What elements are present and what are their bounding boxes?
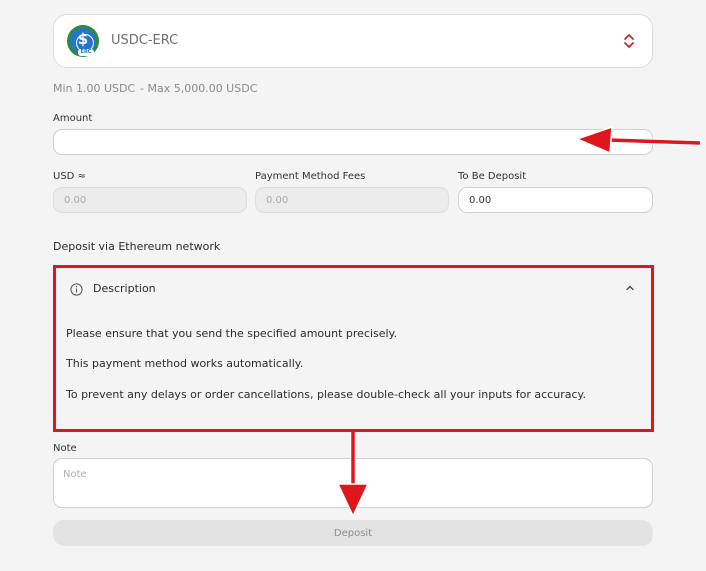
amount-label: Amount (53, 113, 93, 124)
usd-label: USD ≈ (53, 171, 86, 182)
description-title[interactable]: Description (93, 282, 156, 295)
currency-selector[interactable]: $ ERC USDC-ERC (53, 14, 653, 68)
note-label: Note (53, 443, 77, 454)
info-circle-icon (70, 283, 83, 296)
usdc-coin-icon: $ ERC (67, 25, 99, 57)
description-line: Please ensure that you send the specifie… (66, 327, 398, 340)
max-limit: - Max 5,000.00 USDC (140, 82, 258, 95)
description-line: To prevent any delays or order cancellat… (66, 388, 586, 401)
to-deposit-label: To Be Deposit (458, 171, 527, 182)
selected-currency: USDC-ERC (111, 33, 179, 48)
usd-input (53, 187, 247, 213)
amount-input[interactable] (53, 129, 653, 155)
deposit-button[interactable]: Deposit (53, 520, 653, 546)
network-text: Deposit via Ethereum network (53, 240, 221, 253)
coin-network-tag: ERC (78, 49, 94, 56)
chevron-up-icon[interactable] (624, 282, 636, 294)
description-panel: Description Please ensure that you send … (53, 265, 654, 432)
chevron-up-down-icon[interactable] (622, 32, 636, 50)
description-line: This payment method works automatically. (66, 357, 304, 370)
to-deposit-input[interactable] (458, 187, 653, 213)
min-limit: Min 1.00 USDC (53, 82, 136, 95)
fees-input (255, 187, 449, 213)
fees-label: Payment Method Fees (255, 171, 366, 182)
note-input[interactable] (53, 458, 653, 508)
